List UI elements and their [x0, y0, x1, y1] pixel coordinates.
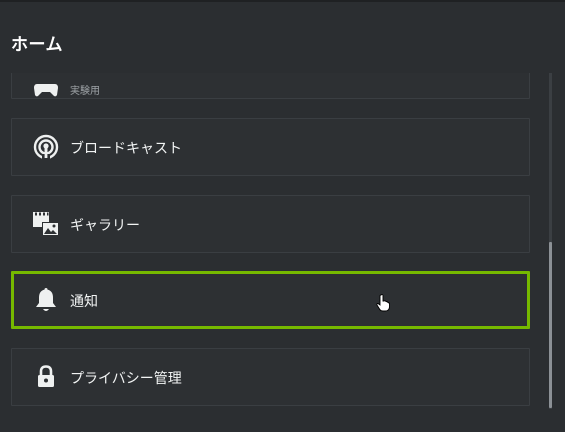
- top-edge: [0, 0, 565, 2]
- menu-item-label: 通知: [70, 294, 98, 310]
- menu-item-notifications[interactable]: 通知: [11, 271, 530, 329]
- menu-item-label: ブロードキャスト: [70, 141, 182, 157]
- bell-icon: [32, 286, 60, 314]
- scrollbar-thumb[interactable]: [549, 242, 552, 408]
- menu-item-gallery[interactable]: ギャラリー: [11, 195, 530, 253]
- broadcast-icon: [32, 133, 60, 161]
- settings-list: 実験用 ブロードキャスト ギャラリー 通知 プライバシー管理: [0, 73, 545, 432]
- menu-item-sublabel: 実験用: [70, 86, 100, 97]
- menu-item-privacy[interactable]: プライバシー管理: [11, 348, 530, 406]
- menu-item-label: プライバシー管理: [70, 371, 182, 387]
- menu-item-label: ギャラリー: [70, 218, 140, 234]
- menu-item-broadcast[interactable]: ブロードキャスト: [11, 118, 530, 176]
- gallery-icon: [32, 210, 60, 238]
- menu-item-experimental[interactable]: 実験用: [11, 73, 530, 99]
- page-title: ホーム: [11, 35, 63, 55]
- lock-icon: [32, 363, 60, 391]
- gamepad-icon: [32, 76, 60, 104]
- hand-cursor-icon: [376, 294, 390, 312]
